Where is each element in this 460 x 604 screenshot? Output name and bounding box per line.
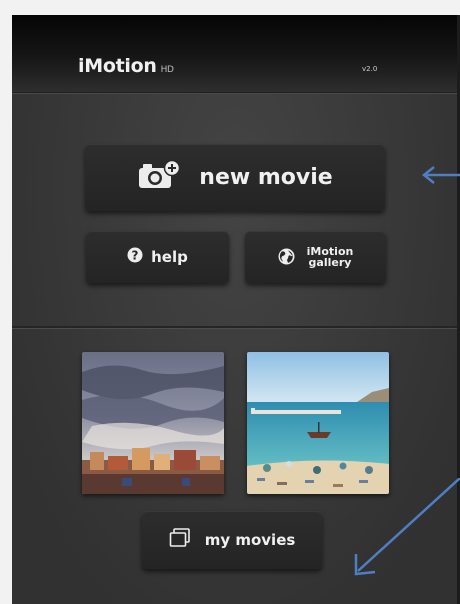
- movie-thumbnail-clouds[interactable]: [82, 352, 224, 494]
- app-name-suffix: HD: [160, 65, 174, 75]
- help-button[interactable]: ? help: [86, 231, 229, 283]
- new-movie-label: new movie: [199, 165, 333, 190]
- svg-text:?: ?: [132, 248, 139, 262]
- help-label: help: [151, 248, 188, 266]
- globe-icon: [278, 248, 295, 267]
- gallery-label-line2: gallery: [308, 256, 352, 269]
- app-title: iMotion HD: [78, 55, 174, 77]
- movie-thumbnail-beach[interactable]: [247, 352, 389, 494]
- gallery-label: iMotion gallery: [307, 246, 354, 268]
- annotation-arrow-new-movie: [421, 166, 460, 184]
- camera-plus-icon: [137, 159, 181, 196]
- section-divider: [12, 326, 460, 329]
- title-bar: iMotion HD v2.0: [12, 15, 460, 93]
- question-circle-icon: ?: [127, 247, 143, 267]
- gallery-button[interactable]: iMotion gallery: [245, 231, 386, 283]
- film-frames-icon: [169, 528, 191, 552]
- new-movie-button[interactable]: new movie: [85, 144, 385, 211]
- version-label: v2.0: [362, 65, 378, 73]
- app-name: iMotion: [78, 55, 157, 77]
- header-divider: [12, 93, 460, 94]
- annotation-arrow-my-movies: [354, 478, 460, 576]
- my-movies-label: my movies: [204, 531, 296, 549]
- my-movies-button[interactable]: my movies: [142, 511, 322, 569]
